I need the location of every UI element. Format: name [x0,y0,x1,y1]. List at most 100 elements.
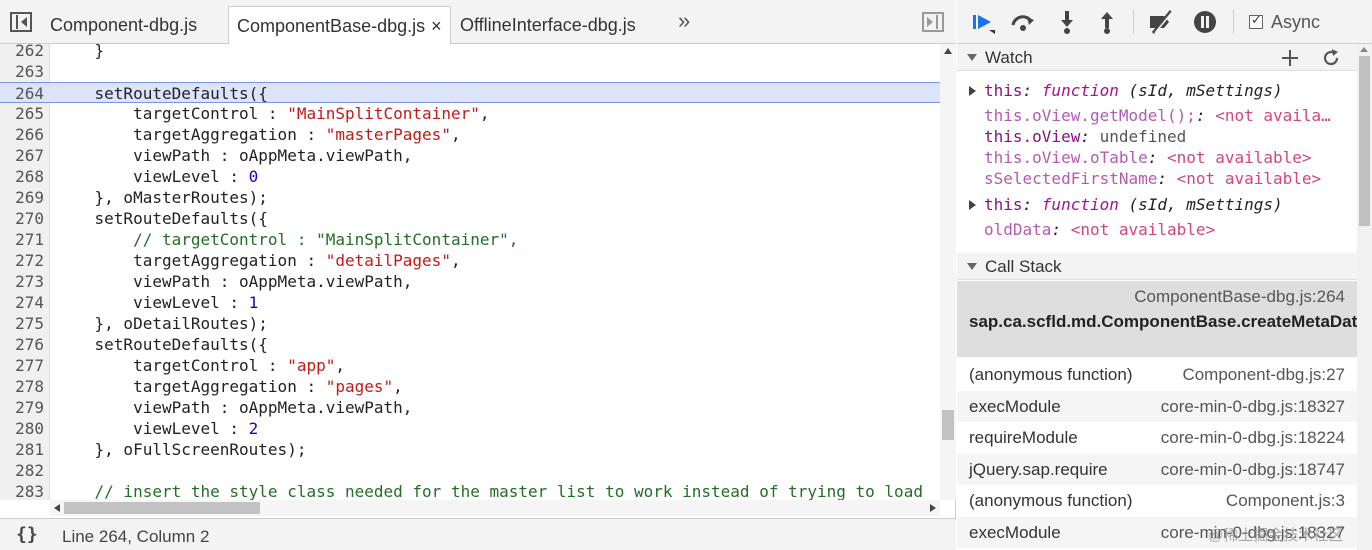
code-line[interactable]: 274 viewLevel : 1 [0,292,940,313]
frame-location-link[interactable]: core-min-0-dbg.js:18224 [1161,428,1345,448]
line-number[interactable]: 266 [0,124,44,145]
callstack-section-header[interactable]: Call Stack [957,253,1357,280]
code-line[interactable]: 267 viewPath : oAppMeta.viewPath, [0,145,940,166]
line-number[interactable]: 271 [0,229,44,250]
frame-location-link[interactable]: Component.js:3 [1226,491,1345,511]
scroll-right-icon[interactable] [930,504,936,512]
async-checkbox[interactable] [1249,12,1263,29]
code-line[interactable]: 278 targetAggregation : "pages", [0,376,940,397]
pause-on-exceptions-icon[interactable] [1191,8,1219,36]
code-line[interactable]: 263 [0,61,940,82]
code-line[interactable]: 276 setRouteDefaults({ [0,334,940,355]
watch-section-header[interactable]: Watch [957,44,1357,71]
editor-horizontal-scrollbar[interactable] [50,500,940,516]
step-over-icon[interactable] [1009,8,1037,36]
navigator-toggle-icon[interactable] [10,12,32,32]
more-tabs-icon[interactable]: » [678,8,690,34]
resume-icon[interactable] [969,8,997,36]
code-editor[interactable]: 262 } 263 264 setRouteDefaults({265 target… [0,44,940,500]
line-number[interactable]: 274 [0,292,44,313]
code-line[interactable]: 273 viewPath : oAppMeta.viewPath, [0,271,940,292]
code-line[interactable]: 270 setRouteDefaults({ [0,208,940,229]
close-tab-icon[interactable]: × [431,16,442,36]
code-line[interactable]: 262 } [0,44,940,61]
editor-vertical-scrollbar[interactable] [940,44,956,500]
tab-componentbase-dbg[interactable]: ComponentBase-dbg.js × [228,6,451,45]
code-line[interactable]: 264 setRouteDefaults({ [0,82,940,103]
tab-component-dbg[interactable]: Component-dbg.js [50,6,197,44]
callstack-frame[interactable]: jQuery.sap.require core-min-0-dbg.js:1874… [957,453,1357,485]
callstack-frame[interactable]: (anonymous function) Component.js:3 [957,485,1357,516]
scrollbar-thumb[interactable] [1359,56,1370,226]
code-line[interactable]: 280 viewLevel : 2 [0,418,940,439]
watch-expression[interactable]: this.oView.getModel(); [984,106,1196,125]
watch-item[interactable]: this.oView.getModel();: <not availa… [957,105,1357,127]
frame-location-link[interactable]: core-min-0-dbg.js:18327 [1161,397,1345,417]
code-line[interactable]: 275 }, oDetailRoutes); [0,313,940,334]
line-number[interactable]: 272 [0,250,44,271]
line-number[interactable]: 277 [0,355,44,376]
scroll-left-icon[interactable] [54,504,60,512]
line-number[interactable]: 264 [0,83,44,104]
line-number[interactable]: 269 [0,187,44,208]
code-line[interactable]: 269 }, oMasterRoutes); [0,187,940,208]
expand-triangle-icon[interactable] [969,200,976,210]
watch-item[interactable]: this.oView.oTable: <not available> [957,147,1357,169]
watch-expression[interactable]: this [984,81,1023,100]
line-number[interactable]: 281 [0,439,44,460]
refresh-icon[interactable] [1321,48,1341,68]
code-line[interactable]: 272 targetAggregation : "detailPages", [0,250,940,271]
line-number[interactable]: 268 [0,166,44,187]
frame-location-link[interactable]: Component-dbg.js:27 [1182,365,1345,385]
callstack-frame[interactable]: (anonymous function) Component-dbg.js:27 [957,359,1357,390]
scrollbar-thumb[interactable] [64,502,260,514]
plus-icon[interactable] [1281,49,1299,67]
expand-triangle-icon[interactable] [969,86,976,96]
code-line[interactable]: 277 targetControl : "app", [0,355,940,376]
code-line[interactable]: 283 // insert the style class needed for… [0,481,940,500]
line-number[interactable]: 278 [0,376,44,397]
code-line[interactable]: 266 targetAggregation : "masterPages", [0,124,940,145]
sidebar-scrollbar[interactable] [1357,44,1372,550]
line-number[interactable]: 265 [0,103,44,124]
step-out-icon[interactable] [1093,8,1121,36]
line-number[interactable]: 263 [0,61,44,82]
debugger-sidebar-toggle-icon[interactable] [922,12,944,32]
line-number[interactable]: 275 [0,313,44,334]
code-line[interactable]: 271 // targetControl : "MainSplitContain… [0,229,940,250]
watch-item[interactable]: this: function (sId, mSettings) [957,194,1357,216]
watch-item[interactable]: this.oView: undefined [957,126,1357,148]
line-number[interactable]: 276 [0,334,44,355]
line-number[interactable]: 280 [0,418,44,439]
watch-expression[interactable]: oldData [984,220,1051,239]
line-number[interactable]: 273 [0,271,44,292]
scroll-up-icon[interactable] [1360,47,1368,52]
callstack-frame[interactable]: execModule core-min-0-dbg.js:18327 [957,390,1357,422]
line-number[interactable]: 267 [0,145,44,166]
code-line[interactable]: 281 }, oFullScreenRoutes); [0,439,940,460]
callstack-frame[interactable]: sap.ca.scfld.md.ComponentBase.createMeta… [957,281,1357,357]
code-line[interactable]: 265 targetControl : "MainSplitContainer"… [0,103,940,124]
watch-item[interactable]: sSelectedFirstName: <not available> [957,168,1357,190]
scroll-up-icon[interactable] [944,48,952,54]
step-into-icon[interactable] [1053,8,1081,36]
line-number[interactable]: 270 [0,208,44,229]
frame-location-link[interactable]: ComponentBase-dbg.js:264 [1134,287,1345,307]
line-number[interactable]: 262 [0,44,44,61]
watch-expression[interactable]: this.oView [984,127,1080,146]
watch-expression[interactable]: sSelectedFirstName [984,169,1157,188]
line-number[interactable]: 283 [0,481,44,500]
line-number[interactable]: 282 [0,460,44,481]
callstack-frame[interactable]: requireModule core-min-0-dbg.js:18224 [957,422,1357,453]
tab-offlineinterface-dbg[interactable]: OfflineInterface-dbg.js [460,6,636,44]
code-line[interactable]: 268 viewLevel : 0 [0,166,940,187]
watch-item[interactable]: this: function (sId, mSettings) [957,80,1357,102]
line-number[interactable]: 279 [0,397,44,418]
watch-item[interactable]: oldData: <not available> [957,219,1357,241]
scrollbar-thumb[interactable] [942,410,954,440]
pretty-print-button[interactable]: {} [16,524,38,545]
code-line[interactable]: 279 viewPath : oAppMeta.viewPath, [0,397,940,418]
watch-expression[interactable]: this [984,195,1023,214]
watch-expression[interactable]: this.oView.oTable [984,148,1148,167]
code-line[interactable]: 282 [0,460,940,481]
